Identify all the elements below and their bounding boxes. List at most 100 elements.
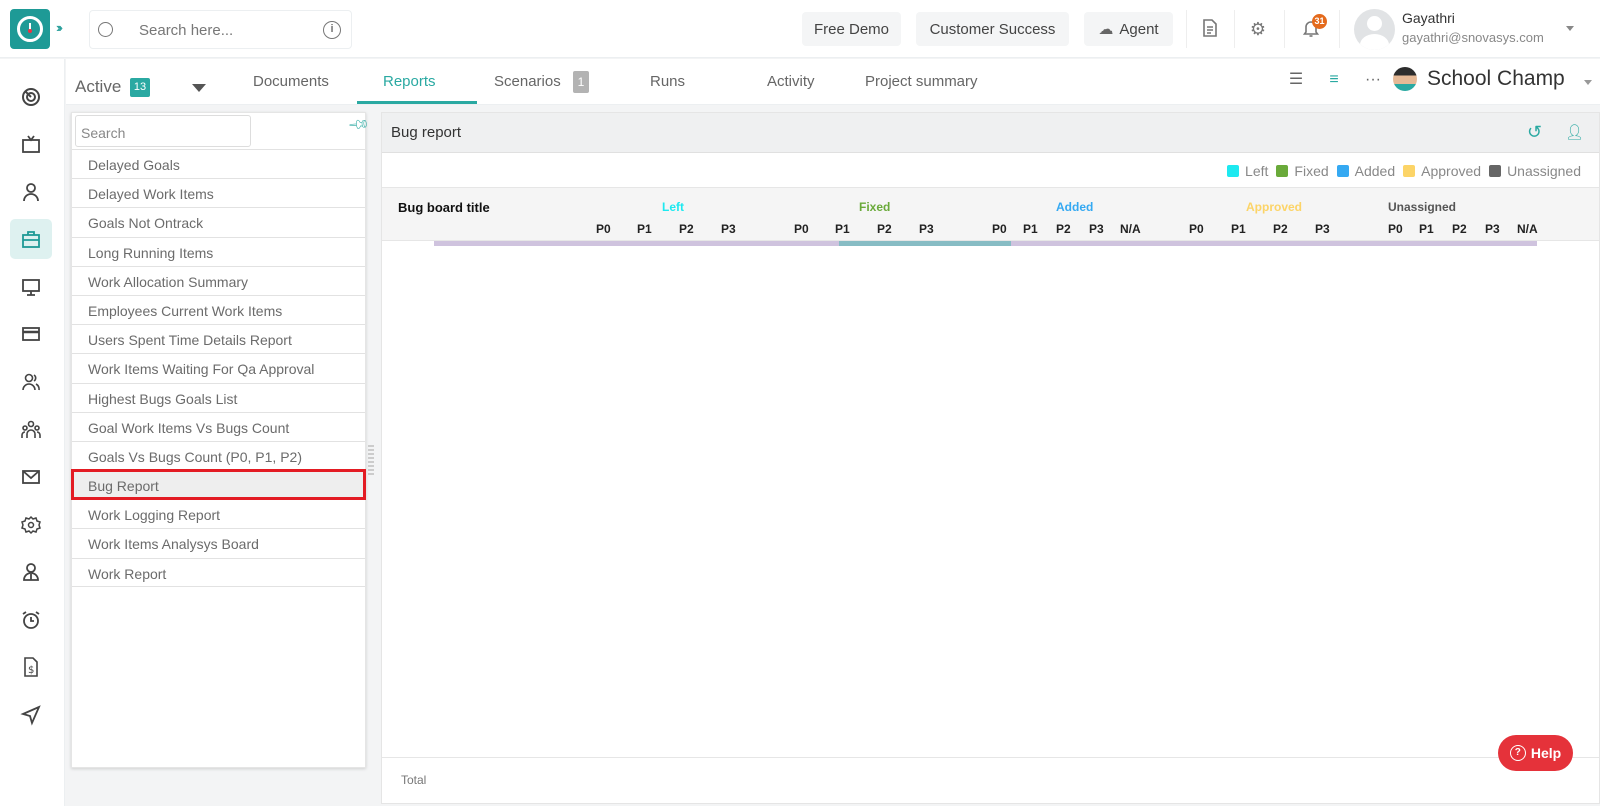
app-logo[interactable] — [10, 9, 50, 49]
more-options-icon[interactable]: ··· — [1363, 70, 1383, 90]
priority-column-header: P3 — [919, 222, 934, 236]
legend-item[interactable]: Approved — [1403, 163, 1481, 179]
expand-menu-icon[interactable]: ››› — [56, 20, 63, 35]
report-list-item[interactable]: Work Logging Report — [72, 499, 365, 528]
tab-scenarios[interactable]: Scenarios — [494, 73, 561, 90]
rail-profile[interactable] — [10, 552, 52, 592]
priority-column-header: P2 — [1273, 222, 1288, 236]
rail-users[interactable] — [10, 362, 52, 402]
report-list-item[interactable]: Work Items Waiting For Qa Approval — [72, 353, 365, 382]
project-name[interactable]: School Champ — [1427, 67, 1565, 91]
legend-item[interactable]: Unassigned — [1489, 163, 1581, 179]
dashboard-icon — [22, 88, 40, 106]
tab-project-summary[interactable]: Project summary — [865, 73, 978, 90]
priority-column-header: P2 — [1056, 222, 1071, 236]
active-filter-caret-icon[interactable] — [192, 84, 206, 92]
search-input[interactable]: Search here... — [139, 22, 233, 39]
priority-column-header: P1 — [1023, 222, 1038, 236]
report-list-item[interactable]: Goals Vs Bugs Count (P0, P1, P2) — [72, 440, 365, 470]
rail-invoice[interactable]: $ — [10, 647, 52, 687]
user-avatar[interactable] — [1354, 9, 1395, 50]
header-bar-segment-highlight — [839, 241, 1011, 246]
legend-swatch — [1227, 165, 1240, 177]
help-label: Help — [1530, 745, 1562, 761]
legend-item[interactable]: Fixed — [1276, 163, 1329, 179]
mail-icon — [22, 470, 40, 484]
tab-runs[interactable]: Runs — [650, 73, 685, 90]
settings-icon — [21, 515, 41, 535]
rail-team[interactable] — [10, 410, 52, 450]
total-label: Total — [401, 773, 427, 787]
report-list-item[interactable]: Goals Not Ontrack — [72, 207, 365, 236]
report-list-item[interactable]: Users Spent Time Details Report — [72, 324, 365, 353]
rail-monitor[interactable] — [10, 267, 52, 307]
tab-activity[interactable]: Activity — [767, 73, 815, 90]
tab-documents[interactable]: Documents — [253, 73, 329, 90]
users-icon — [22, 373, 40, 391]
active-tab-indicator — [357, 101, 477, 104]
project-caret-icon[interactable] — [1584, 80, 1592, 85]
report-search-input[interactable]: Search — [75, 115, 251, 147]
global-search[interactable]: Search here... i — [89, 10, 352, 49]
agent-button[interactable]: ☁ Agent — [1084, 12, 1173, 46]
priority-column-header: P1 — [1419, 222, 1434, 236]
monitor-icon — [22, 279, 40, 296]
info-icon[interactable]: i — [323, 21, 341, 39]
priority-column-header: N/A — [1517, 222, 1538, 236]
left-rail: $ — [0, 59, 65, 806]
priority-column-header: P2 — [679, 222, 694, 236]
settings-icon[interactable]: ⚙ — [1247, 18, 1269, 40]
report-list-item[interactable]: Highest Bugs Goals List — [72, 382, 365, 412]
rail-settings[interactable] — [10, 505, 52, 545]
user-menu-caret-icon[interactable] — [1566, 26, 1574, 31]
refresh-icon[interactable]: ↺ — [1527, 122, 1542, 143]
report-list-item[interactable]: Delayed Work Items — [72, 178, 365, 207]
help-button[interactable]: ? Help — [1498, 735, 1573, 771]
user-settings-icon[interactable]: 👤︎ — [1565, 123, 1584, 141]
report-list-item[interactable]: Work Allocation Summary — [72, 265, 365, 295]
rail-dashboard[interactable] — [10, 77, 52, 117]
active-filter-label: Active — [75, 77, 122, 96]
report-list-panel: Search 📌︎ Delayed Goals Delayed Work Item… — [71, 112, 371, 768]
report-list-item[interactable]: Bug Report — [71, 469, 366, 501]
card-icon — [22, 327, 40, 341]
report-header: Bug report ↺ 👤︎ — [382, 113, 1599, 153]
legend-swatch — [1336, 165, 1349, 177]
rail-mail[interactable] — [10, 457, 52, 497]
report-list-item[interactable]: Long Running Items — [72, 236, 365, 266]
pin-icon[interactable]: 📌︎ — [347, 112, 371, 136]
list-view-icon[interactable]: ≡ — [1324, 70, 1344, 90]
status-group-header: Added — [1056, 200, 1094, 214]
tv-icon — [22, 135, 40, 153]
report-list-item[interactable]: Goal Work Items Vs Bugs Count — [72, 411, 365, 441]
report-list-item[interactable]: Delayed Goals — [72, 149, 365, 178]
rail-user[interactable] — [10, 172, 52, 212]
panel-resize-handle[interactable] — [368, 445, 374, 477]
report-list: Delayed Goals Delayed Work Items Goals Not… — [71, 149, 366, 587]
rail-projects[interactable] — [10, 219, 52, 259]
cloud-download-icon: ☁ — [1098, 21, 1114, 38]
legend-label: Unassigned — [1507, 163, 1581, 179]
rail-alarm[interactable] — [10, 600, 52, 640]
rail-send[interactable] — [10, 695, 52, 735]
priority-column-header: P3 — [1485, 222, 1500, 236]
rail-billing[interactable] — [10, 314, 52, 354]
report-list-item[interactable]: Work Report — [72, 557, 365, 587]
invoice-icon: $ — [24, 657, 38, 677]
priority-column-header: N/A — [1120, 222, 1141, 236]
rail-tv[interactable] — [10, 124, 52, 164]
document-icon[interactable] — [1199, 18, 1221, 40]
legend-item[interactable]: Added — [1336, 163, 1395, 179]
legend-item[interactable]: Left — [1227, 163, 1268, 179]
priority-column-header: P1 — [835, 222, 850, 236]
report-list-item[interactable]: Work Items Analysys Board — [72, 528, 365, 557]
help-icon: ? — [1509, 745, 1526, 761]
filter-sliders-icon[interactable]: ☰ — [1286, 70, 1306, 90]
free-demo-button[interactable]: Free Demo — [802, 12, 901, 46]
customer-success-button[interactable]: Customer Success — [916, 12, 1069, 46]
tab-reports[interactable]: Reports — [383, 73, 436, 90]
legend-label: Approved — [1421, 163, 1482, 179]
report-list-item[interactable]: Employees Current Work Items — [72, 294, 365, 324]
scenarios-count-badge: 1 — [573, 71, 589, 93]
header-bar-segment — [434, 241, 839, 246]
